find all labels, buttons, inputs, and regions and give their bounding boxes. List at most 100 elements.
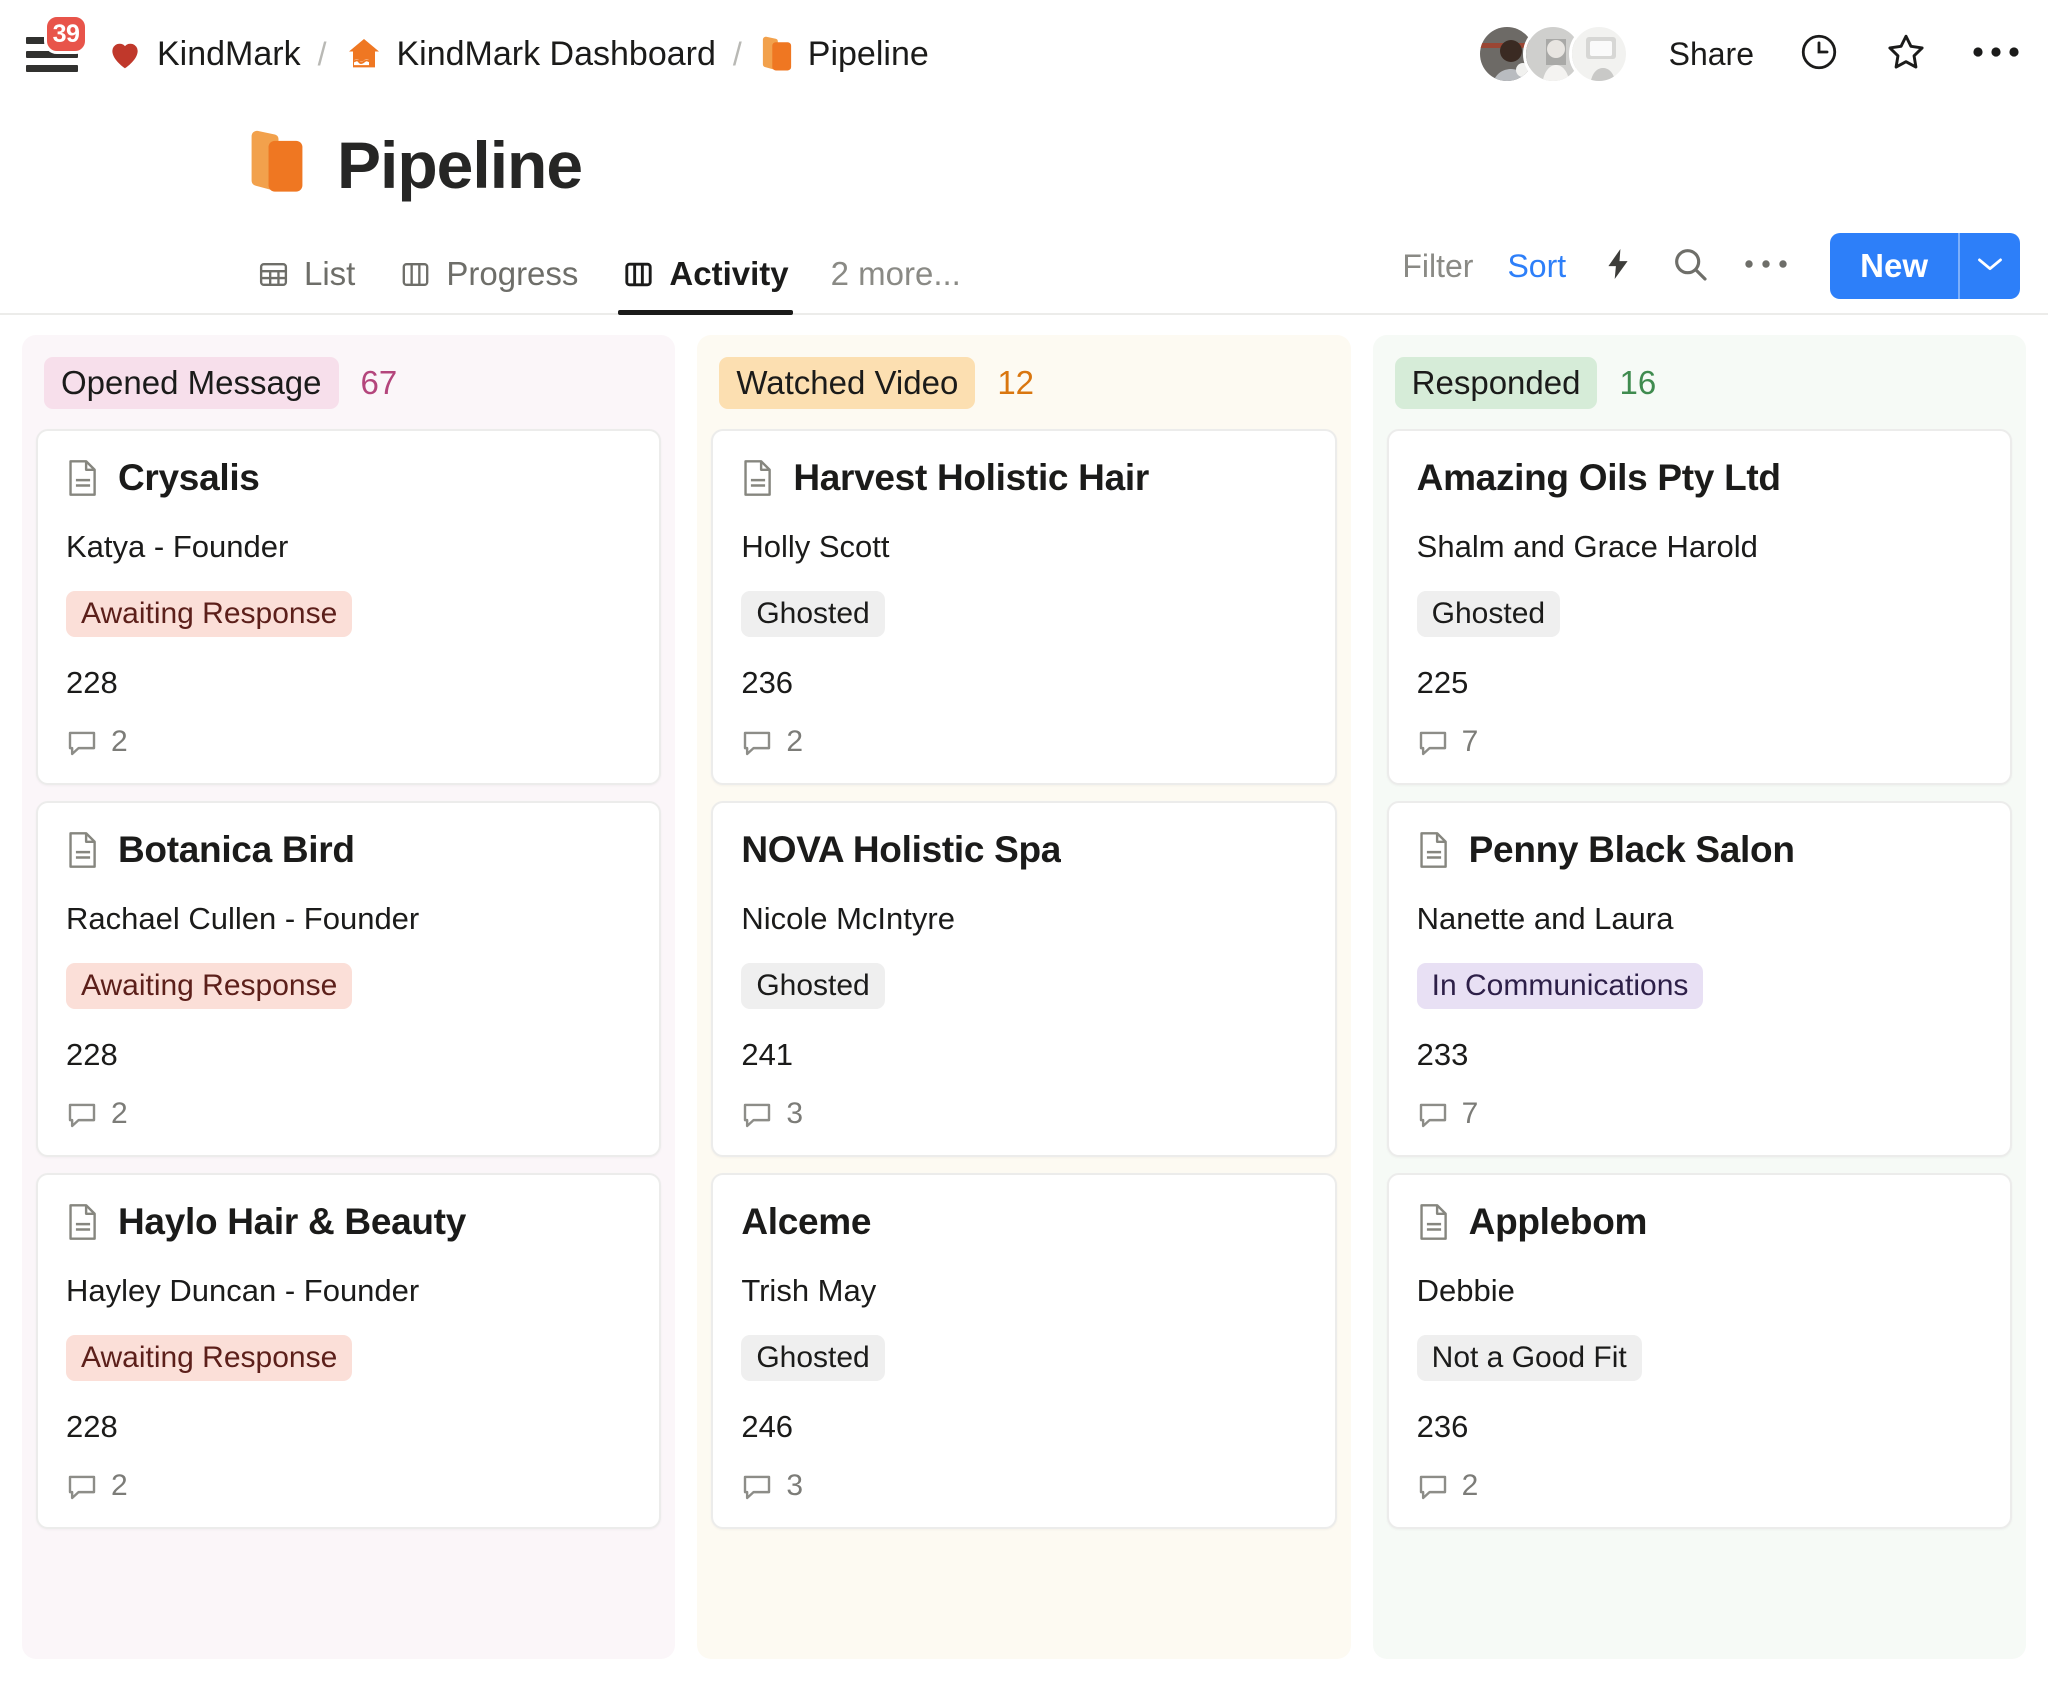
card-comment-count[interactable]: 7	[1417, 1097, 1982, 1131]
board-column: Watched Video 12 Harvest Holistic Hair Holl…	[697, 335, 1351, 1659]
column-header[interactable]: Responded 16	[1387, 353, 2012, 429]
card-comment-count[interactable]: 2	[741, 725, 1306, 759]
filter-button[interactable]: Filter	[1402, 248, 1473, 285]
card-comment-count[interactable]: 7	[1417, 725, 1982, 759]
collaborator-avatars[interactable]	[1476, 24, 1629, 84]
card-comment-count[interactable]: 3	[741, 1469, 1306, 1503]
new-button-group: New	[1830, 233, 2020, 299]
breadcrumb-item-kindmark[interactable]: KindMark	[106, 35, 301, 74]
comment-count-label: 7	[1461, 1097, 1479, 1130]
card-contact-name: Hayley Duncan - Founder	[66, 1273, 420, 1308]
tabs-overflow-button[interactable]: 2 more...	[811, 255, 981, 313]
new-dropdown-button[interactable]	[1958, 233, 2020, 299]
more-horizontal-icon[interactable]	[1972, 43, 2020, 66]
search-icon[interactable]	[1670, 244, 1710, 289]
tab-label: Activity	[669, 255, 789, 292]
card-title: Penny Black Salon	[1468, 829, 1795, 870]
card-status-row: Ghosted	[741, 591, 1306, 637]
card-title-row: Botanica Bird	[66, 829, 631, 871]
board-card[interactable]: Crysalis Katya - Founder Awaiting Response…	[36, 429, 662, 785]
status-badge: Awaiting Response	[66, 1335, 353, 1381]
hamburger-line	[26, 64, 78, 72]
card-title-row: Harvest Holistic Hair	[741, 457, 1306, 499]
card-contact-name: Nanette and Laura	[1416, 901, 1674, 936]
comment-count-label: 7	[1461, 725, 1479, 758]
tab-list[interactable]: List	[235, 255, 377, 313]
page-title: Pipeline	[337, 127, 583, 202]
avatar[interactable]	[1568, 24, 1629, 84]
breadcrumb-separator: /	[317, 35, 327, 72]
card-comment-count[interactable]: 2	[66, 725, 631, 759]
card-contact-name: Trish May	[741, 1273, 877, 1308]
card-value: 246	[741, 1409, 794, 1444]
sort-button[interactable]: Sort	[1507, 248, 1566, 285]
card-value: 236	[1416, 1409, 1469, 1444]
star-icon[interactable]	[1884, 30, 1928, 79]
column-header[interactable]: Watched Video 12	[711, 353, 1336, 429]
history-clock-icon[interactable]	[1798, 31, 1840, 78]
card-status-row: Not a Good Fit	[1416, 1335, 1982, 1381]
folder-icon	[759, 34, 795, 74]
share-button[interactable]: Share	[1669, 36, 1754, 73]
board-card[interactable]: Haylo Hair & Beauty Hayley Duncan - Found…	[36, 1173, 662, 1529]
comment-count-label: 2	[111, 1097, 128, 1130]
card-contact-name: Debbie	[1416, 1273, 1515, 1308]
breadcrumb-label: KindMark	[157, 34, 301, 73]
card-comment-count[interactable]: 2	[1417, 1469, 1982, 1503]
card-status-row: Ghosted	[741, 963, 1306, 1009]
notification-badge[interactable]: 39	[44, 14, 88, 54]
breadcrumb-separator: /	[732, 35, 742, 72]
menu-hamburger-button[interactable]: 39	[26, 14, 88, 80]
comment-count-label: 2	[1461, 1469, 1479, 1502]
heart-icon	[106, 35, 144, 73]
top-bar-actions: Share	[1476, 24, 2020, 84]
comment-icon	[1417, 727, 1449, 757]
board-card[interactable]: Harvest Holistic Hair Holly Scott Ghosted 2…	[711, 429, 1337, 785]
board-card[interactable]: Applebom Debbie Not a Good Fit 236 2	[1386, 1173, 2012, 1529]
tab-activity[interactable]: Activity	[600, 255, 810, 315]
card-title-row: Alceme	[741, 1201, 1306, 1243]
card-status-row: Awaiting Response	[66, 963, 631, 1009]
comment-icon	[66, 727, 98, 757]
card-comment-count[interactable]: 2	[66, 1097, 631, 1131]
card-status-row: Ghosted	[741, 1335, 1306, 1381]
card-title-row: Crysalis	[66, 457, 631, 499]
card-comment-count[interactable]: 3	[741, 1097, 1306, 1131]
board-card[interactable]: Alceme Trish May Ghosted 246 3	[711, 1173, 1337, 1529]
comment-count-label: 3	[786, 1469, 804, 1502]
column-record-count: 16	[1619, 364, 1657, 401]
card-contact-name: Shalm and Grace Harold	[1416, 529, 1758, 564]
card-title-row: NOVA Holistic Spa	[741, 829, 1306, 871]
breadcrumb-label: Pipeline	[807, 34, 929, 73]
board-card[interactable]: Penny Black Salon Nanette and Laura In Com…	[1386, 801, 2012, 1157]
house-icon	[344, 34, 384, 74]
document-icon	[1417, 1202, 1451, 1242]
card-value: 228	[66, 1037, 118, 1072]
card-status-row: Ghosted	[1416, 591, 1982, 637]
view-toolbar: Filter Sort New	[1402, 233, 2020, 313]
lightning-bolt-icon[interactable]	[1600, 244, 1636, 289]
card-status-row: Awaiting Response	[66, 1335, 631, 1381]
breadcrumb-item-dashboard[interactable]: KindMark Dashboard	[344, 34, 716, 74]
card-title: Haylo Hair & Beauty	[118, 1201, 466, 1242]
card-title: Crysalis	[118, 457, 260, 498]
card-status-row: In Communications	[1416, 963, 1982, 1009]
board-card[interactable]: Amazing Oils Pty Ltd Shalm and Grace Haro…	[1386, 429, 2012, 785]
breadcrumb-label: KindMark Dashboard	[396, 34, 716, 73]
card-title: Applebom	[1468, 1201, 1648, 1242]
breadcrumb-item-pipeline[interactable]: Pipeline	[759, 34, 929, 74]
board-card[interactable]: NOVA Holistic Spa Nicole McIntyre Ghosted 2…	[711, 801, 1337, 1157]
new-button[interactable]: New	[1830, 233, 1958, 299]
comment-icon	[741, 1099, 773, 1129]
status-badge: In Communications	[1416, 963, 1704, 1009]
tab-progress[interactable]: Progress	[377, 255, 600, 313]
column-header[interactable]: Opened Message 67	[36, 353, 661, 429]
card-comment-count[interactable]: 2	[66, 1469, 631, 1503]
folder-icon	[243, 126, 311, 203]
board-card[interactable]: Botanica Bird Rachael Cullen - Founder Awa…	[36, 801, 662, 1157]
comment-icon	[741, 727, 773, 757]
card-title: Amazing Oils Pty Ltd	[1416, 457, 1781, 498]
document-icon	[741, 458, 775, 498]
more-horizontal-icon[interactable]	[1744, 257, 1788, 276]
tab-label: List	[304, 255, 356, 292]
